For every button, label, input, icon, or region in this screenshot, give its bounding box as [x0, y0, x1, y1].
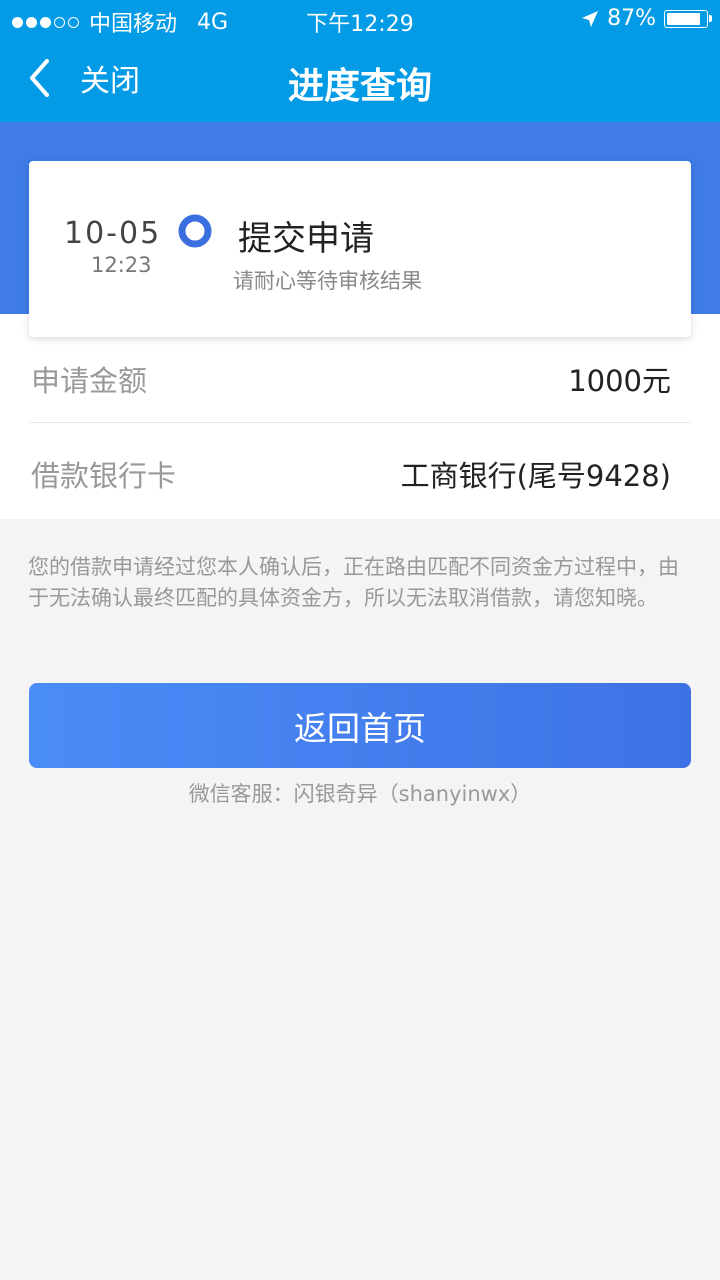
page-title: 进度查询 — [287, 66, 432, 107]
notice-text: 您的借款申请经过您本人确认后，正在路由匹配不同资金方过程中，由于无法确认最终匹配… — [28, 555, 679, 610]
progress-subtitle: 请耐心等待审核结果 — [233, 269, 422, 293]
amount-value: 1000元 — [568, 364, 671, 398]
wechat-service-text: 微信客服：闪银奇异（shanyinwx） — [188, 782, 532, 806]
status-bar: 中国移动 4G 下午12:29 87% — [0, 0, 720, 40]
location-arrow-icon — [582, 10, 599, 27]
battery-percent: 87% — [607, 6, 656, 31]
bank-card-row: 借款银行卡 工商银行(尾号9428) — [29, 423, 691, 519]
amount-label: 申请金额 — [31, 364, 148, 398]
radio-dot-icon — [178, 214, 212, 248]
battery-icon — [664, 9, 712, 28]
bank-card-value: 工商银行(尾号9428) — [400, 459, 671, 493]
progress-status: 提交申请 — [238, 219, 374, 259]
nav-bar: 关闭 进度查询 — [0, 40, 720, 122]
return-home-button[interactable]: 返回首页 — [29, 683, 691, 768]
progress-date: 10-05 — [64, 216, 162, 251]
progress-time: 12:23 — [91, 253, 152, 277]
status-right: 87% — [581, 6, 712, 31]
progress-card: 10-05 12:23 提交申请 请耐心等待审核结果 — [29, 161, 691, 337]
bank-card-label: 借款银行卡 — [31, 459, 177, 493]
battery-fill — [667, 12, 701, 25]
amount-row: 申请金额 1000元 — [29, 328, 691, 423]
